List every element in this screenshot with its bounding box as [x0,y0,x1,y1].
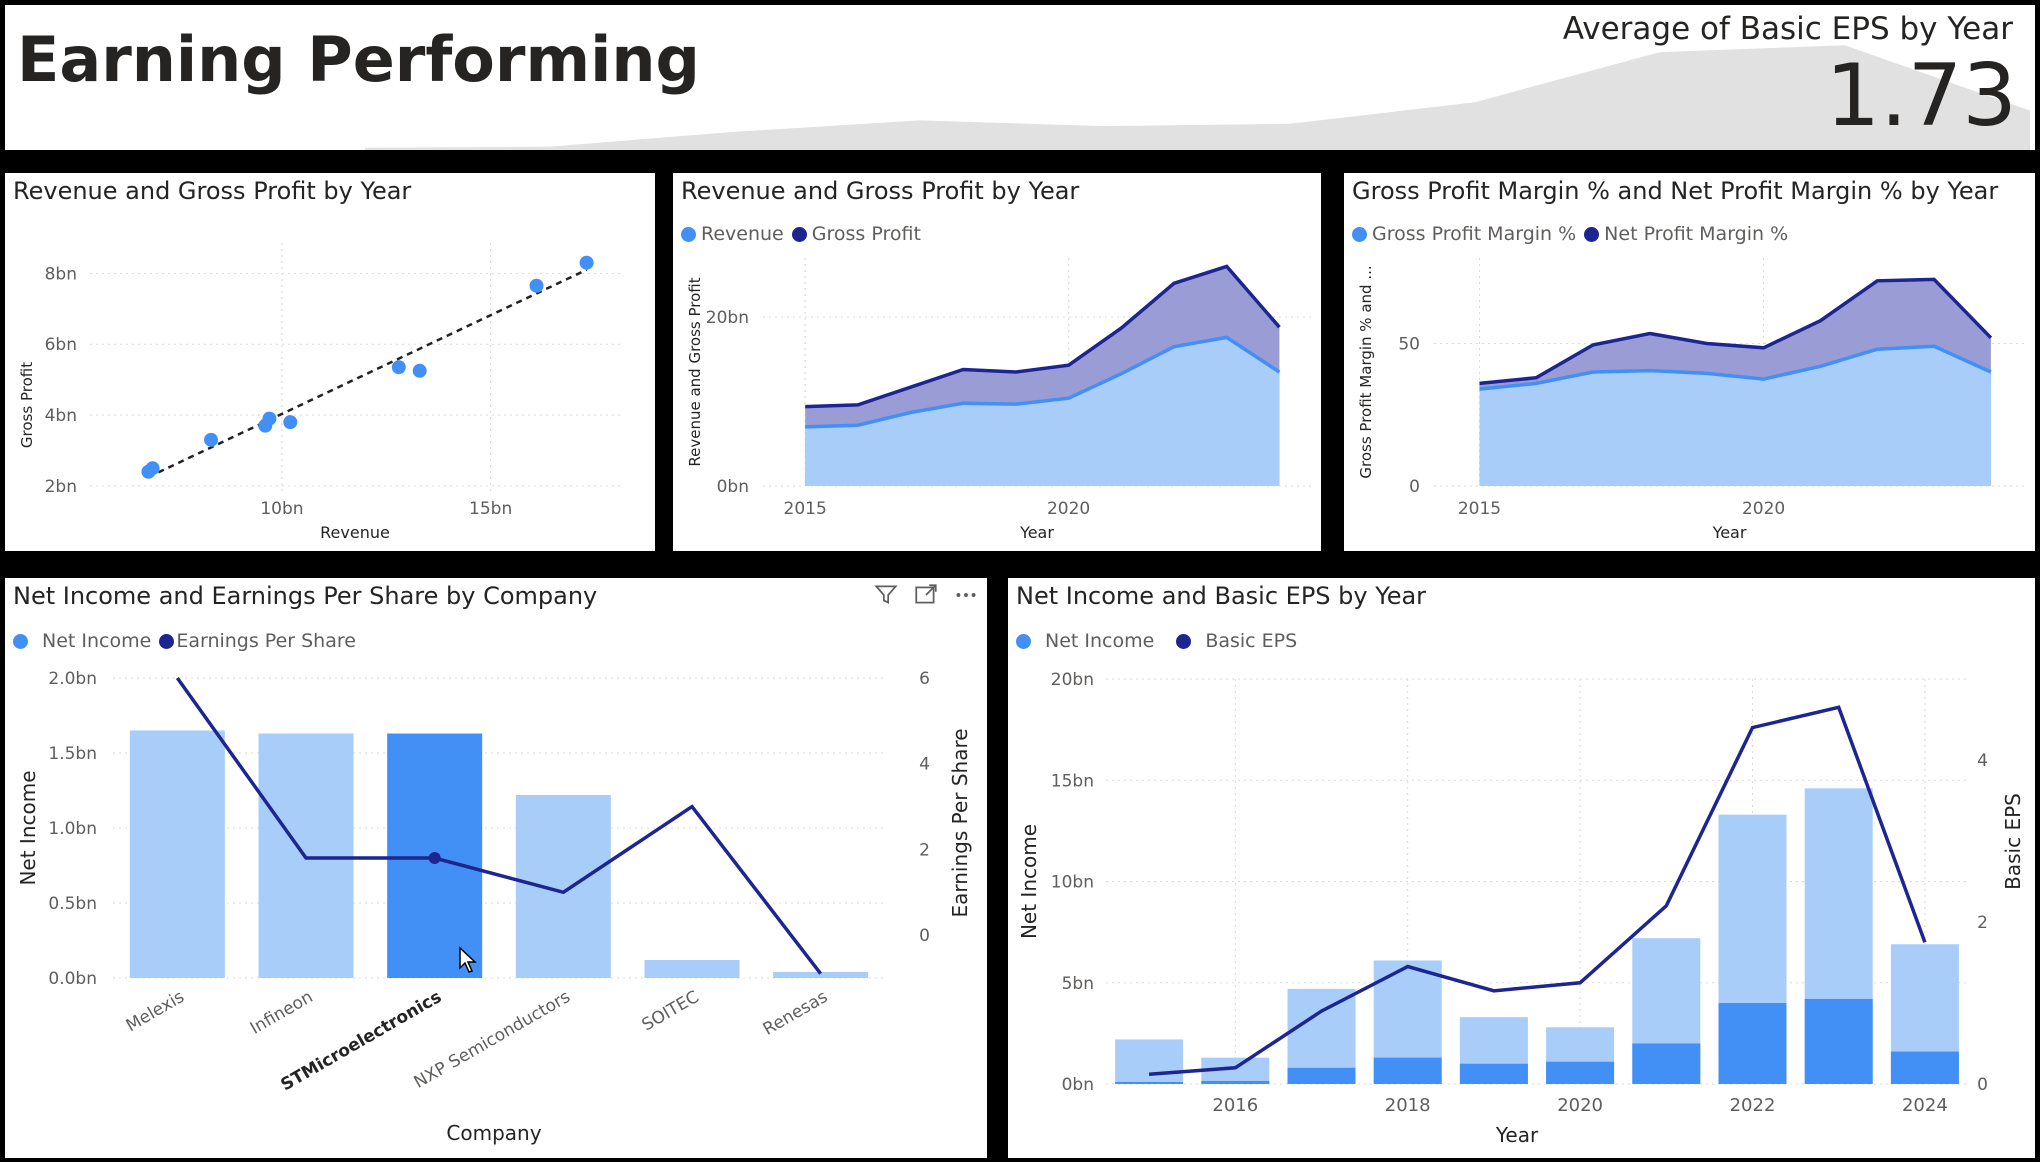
scatter-point [391,360,406,375]
y2-axis-label: Earnings Per Share [948,728,972,917]
y-axis-label: Gross Profit [18,362,36,448]
mouse-cursor-icon [459,946,477,973]
scatter-point [145,461,160,476]
bar-highlight [1632,1043,1701,1084]
x-tick-label: 2018 [1385,1095,1431,1116]
year-combo-panel[interactable]: Net Income and Basic EPS by Year Net Inc… [1008,578,2035,1158]
y2-tick-label: 2 [919,840,930,860]
x-axis-label: Revenue [320,523,390,542]
x-tick-label: 2022 [1730,1095,1776,1116]
scatter-point [412,363,427,378]
y-axis-label: Net Income [1017,824,1041,939]
x-axis-label: Year [1019,523,1054,542]
scatter-point [204,432,219,447]
bar[interactable] [644,960,740,978]
x-tick-label: SOITEC [639,987,703,1035]
header-panel: Earning Performing Average of Basic EPS … [5,5,2035,150]
x-tick-label: 10bn [260,499,303,519]
x-tick-label: 2024 [1902,1095,1948,1116]
x-tick-label: Renesas [760,987,832,1040]
y-tick-label: 5bn [1062,974,1094,994]
revenue-area-panel[interactable]: Revenue and Gross Profit by Year Revenue… [673,173,1321,551]
bar-highlight [1459,1063,1528,1084]
margin-area-chart[interactable]: 0502015 2020YearGross Profit Margin % and… [1344,173,2035,551]
y-tick-label: 0.0bn [48,969,97,989]
scatter-point [262,411,277,426]
bar-highlight [1804,998,1873,1084]
bar-highlight [1890,1051,1959,1084]
page-title: Earning Performing [17,23,700,96]
y-axis-label: Net Income [16,770,40,885]
company-combo-chart[interactable]: 0.0bn 0.5bn 1.0bn 1.5bn 2.0bn 0 2 4 6 Melexis Infi… [5,578,987,1158]
x-tick-label: 2020 [1557,1095,1603,1116]
x-tick-label: 2015 [784,499,827,519]
y2-tick-label: 0 [919,926,930,946]
x-tick-label: Melexis [123,987,188,1036]
x-tick-label: 2020 [1742,499,1785,519]
bar-highlight [1115,1081,1184,1084]
y-tick-label: 10bn [1051,873,1094,893]
y-tick-label: 6bn [45,335,77,355]
bar[interactable] [515,795,611,978]
y-tick-label: 0bn [1062,1075,1094,1095]
margin-area-panel[interactable]: Gross Profit Margin % and Net Profit Mar… [1344,173,2035,551]
x-axis-label: Year [1712,523,1747,542]
bar-highlight [1373,1057,1442,1084]
y2-tick-label: 0 [1977,1075,1988,1095]
y-tick-label: 20bn [706,308,749,328]
scatter-point [529,278,544,293]
x-tick-label: 15bn [469,499,512,519]
y-tick-label: 20bn [1051,670,1094,690]
scatter-panel[interactable]: Revenue and Gross Profit by Year 10bn 15b… [5,173,655,551]
y-tick-label: 15bn [1051,771,1094,791]
y2-tick-label: 6 [919,669,930,689]
y-tick-label: 1.0bn [48,819,97,839]
x-tick-label: 2020 [1047,499,1090,519]
eps-selected-point [428,852,441,864]
x-tick-label: Infineon [247,987,317,1039]
kpi-value: 1.73 [1825,46,2017,146]
company-combo-panel[interactable]: Net Income and Earnings Per Share by Com… [5,578,987,1158]
x-tick-label: 2015 [1458,499,1501,519]
y-tick-label: 8bn [45,264,77,284]
year-combo-chart[interactable]: 0bn 5bn 10bn 15bn 20bn 0 2 4 2016 2018 2020 2022 202… [1008,578,2035,1158]
y-tick-label: 0 [1409,477,1420,497]
bar-highlight [1546,1061,1615,1084]
y-tick-label: 2.0bn [48,669,97,689]
scatter-point [283,415,298,430]
y-tick-label: 0bn [717,477,749,497]
revenue-area-chart[interactable]: 0bn20bn2015 2020YearRevenue and Gross Pro… [673,173,1321,551]
bar-highlight [1718,1003,1787,1084]
kpi-title: Average of Basic EPS by Year [1562,11,2013,47]
y-tick-label: 4bn [45,406,77,426]
y-tick-label: 1.5bn [48,744,97,764]
y-tick-label: 50 [1398,335,1420,355]
x-axis-label: Company [446,1121,541,1145]
scatter-point [579,255,594,270]
y-tick-label: 2bn [45,477,77,497]
y-axis-label: Gross Profit Margin % and ... [1357,265,1375,478]
y2-axis-label: Basic EPS [2001,793,2025,890]
y-tick-label: 0.5bn [48,894,97,914]
x-axis-label: Year [1495,1123,1539,1147]
bar[interactable] [1115,1039,1184,1084]
bar-highlight [1287,1067,1356,1084]
y-axis-label: Revenue and Gross Profit [686,277,704,466]
y2-tick-label: 4 [919,755,930,775]
bar-highlight [1201,1080,1270,1084]
y2-tick-label: 2 [1977,913,1988,933]
x-tick-label: 2016 [1212,1095,1258,1116]
bar[interactable] [129,730,225,979]
y2-tick-label: 4 [1977,751,1988,771]
scatter-chart[interactable]: 10bn 15bn 2bn 4bn 6bn 8bn Revenue Gross Profit [5,173,655,551]
